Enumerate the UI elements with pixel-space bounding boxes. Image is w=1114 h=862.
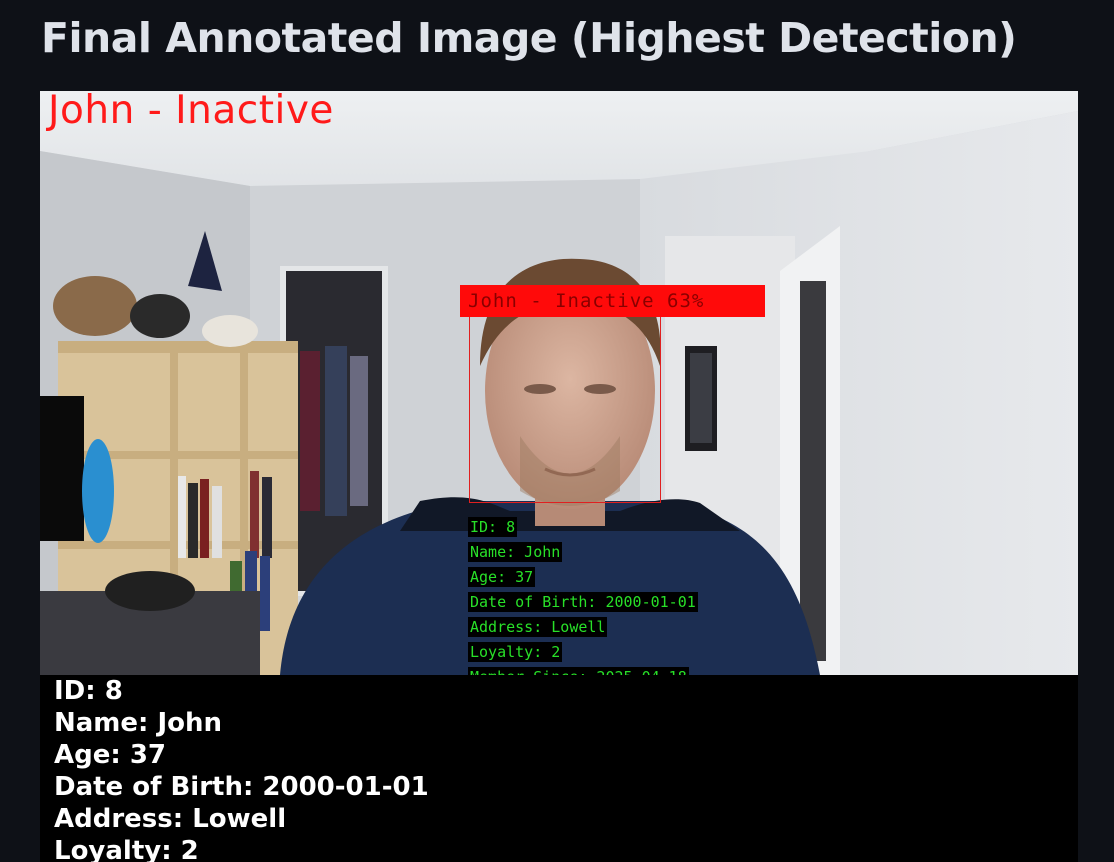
overlay-line: Date of Birth: 2000-01-01 bbox=[468, 592, 698, 612]
info-line-address: Address: Lowell bbox=[54, 804, 287, 834]
info-line-age: Age: 37 bbox=[54, 740, 166, 770]
overlay-line: Member Since: 2025-04-18 bbox=[468, 667, 689, 675]
info-line-loyalty: Loyalty: 2 bbox=[54, 836, 199, 862]
overlay-line: Loyalty: 2 bbox=[468, 642, 563, 662]
page-title: Final Annotated Image (Highest Detection… bbox=[41, 14, 1017, 62]
webcam-photo: John - Inactive John - Inactive 63% ID: … bbox=[40, 91, 1078, 675]
info-line-dob: Date of Birth: 2000-01-01 bbox=[54, 772, 429, 802]
info-panel: ID: 8 Name: John Age: 37 Date of Birth: … bbox=[40, 675, 1078, 862]
face-detection-label: John - Inactive 63% bbox=[460, 285, 765, 317]
overlay-line: Name: John bbox=[468, 542, 563, 562]
overlay-info: ID: 8 Name: John Age: 37 Date of Birth: … bbox=[468, 517, 698, 675]
face-bounding-box bbox=[469, 315, 661, 503]
annotated-image: John - Inactive John - Inactive 63% ID: … bbox=[40, 91, 1078, 862]
info-line-name: Name: John bbox=[54, 708, 223, 738]
overlay-line: Address: Lowell bbox=[468, 617, 608, 637]
overlay-line: ID: 8 bbox=[468, 517, 518, 537]
detection-corner-label: John - Inactive bbox=[48, 91, 334, 133]
overlay-line: Age: 37 bbox=[468, 567, 536, 587]
info-line-id: ID: 8 bbox=[54, 676, 123, 706]
